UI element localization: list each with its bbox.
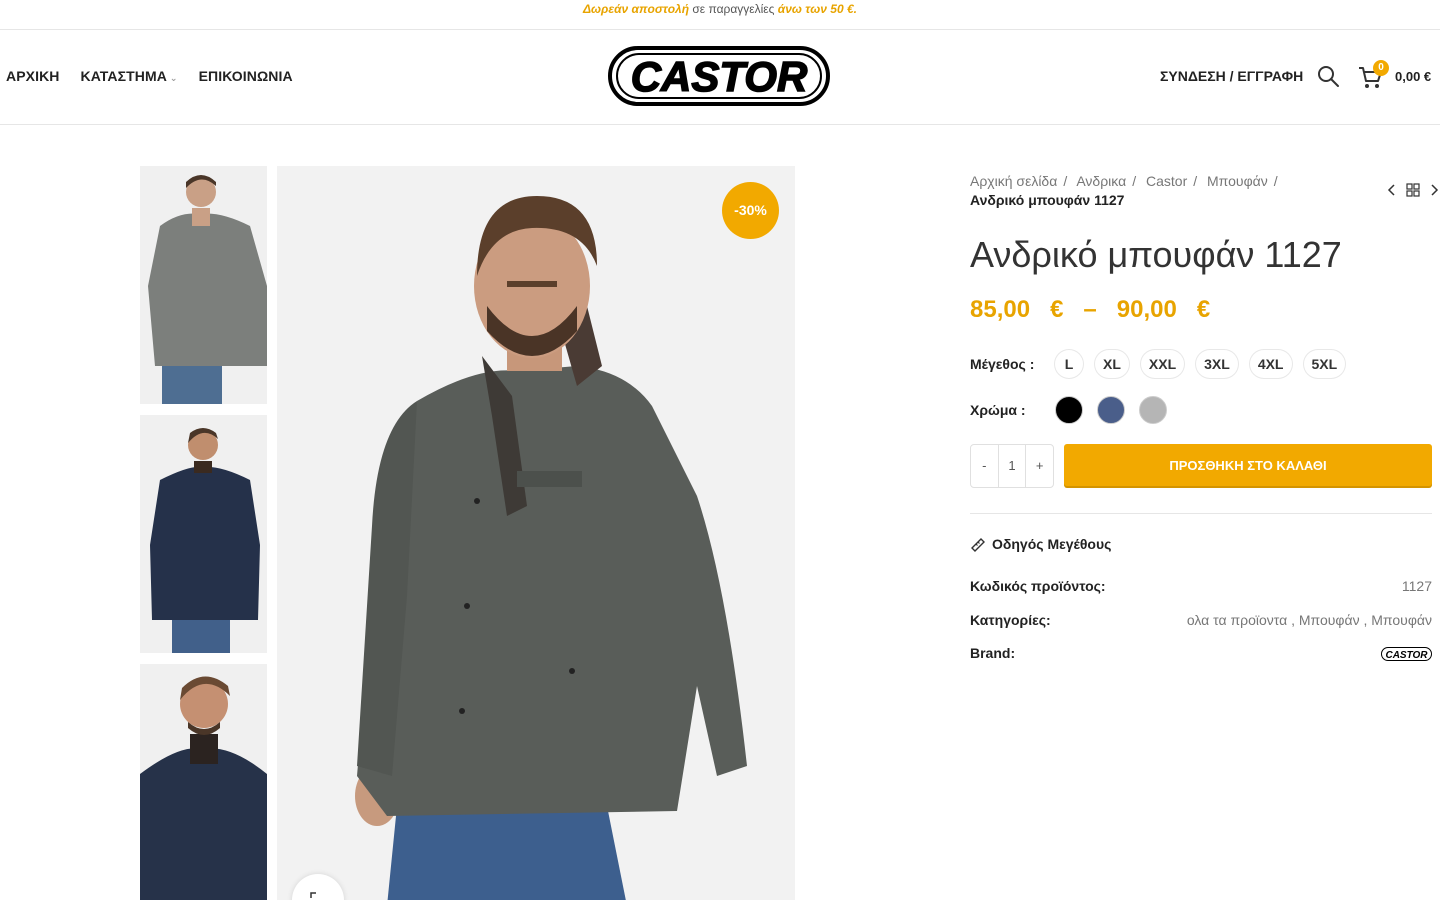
castor-logo[interactable]: CASTOR (608, 46, 830, 106)
size-option-xxl[interactable]: XXL (1141, 350, 1184, 378)
size-option-4xl[interactable]: 4XL (1250, 350, 1292, 378)
sku-value: 1127 (1401, 578, 1432, 594)
jacket-main-illustration (277, 166, 795, 900)
chevron-down-icon: ⌄ (169, 73, 178, 83)
add-to-cart-button[interactable]: ΠΡΟΣΘΗΚΗ ΣΤΟ ΚΑΛΑΘΙ (1064, 444, 1432, 488)
size-guide-link[interactable]: Οδηγός Μεγέθους (970, 536, 1111, 552)
product-thumbnail-1[interactable] (140, 166, 267, 404)
brand-label: Brand: (970, 645, 1016, 661)
announcement-bar: Δωρεάν αποστολή σε παραγγελίες άνω των 5… (0, 0, 1440, 30)
announcement-middle: σε παραγγελίες (689, 2, 778, 16)
quantity-stepper: - 1 + (970, 444, 1054, 488)
chevron-left-icon[interactable] (1386, 182, 1398, 198)
breadcrumb-current: Ανδρικό μπουφάν 1127 (970, 192, 1125, 208)
size-option-l[interactable]: L (1055, 350, 1083, 378)
grid-icon[interactable] (1406, 182, 1420, 198)
size-options: L XL XXL 3XL 4XL 5XL (1055, 350, 1345, 378)
nav-item-shop-label: ΚΑΤΑΣΤΗΜΑ (80, 68, 167, 84)
size-option-5xl[interactable]: 5XL (1304, 350, 1346, 378)
zoom-button[interactable] (292, 874, 344, 900)
free-shipping-highlight: Δωρεάν αποστολή (582, 2, 690, 16)
size-option-xl[interactable]: XL (1095, 350, 1129, 378)
color-options (1055, 396, 1167, 424)
color-swatch-blue[interactable] (1097, 396, 1125, 424)
categories-label: Κατηγορίες: (970, 612, 1051, 628)
jacket-closeup-image (140, 664, 267, 900)
jacket-back-image (140, 415, 267, 653)
jacket-front-image (140, 166, 267, 404)
color-swatch-grey[interactable] (1139, 396, 1167, 424)
qty-increase-button[interactable]: + (1026, 445, 1053, 487)
qty-decrease-button[interactable]: - (971, 445, 998, 487)
categories-value[interactable]: ολα τα προϊοντα , Μπουφάν , Μπουφάν (1187, 612, 1432, 628)
nav-item-shop[interactable]: ΚΑΤΑΣΤΗΜΑ ⌄ (81, 68, 178, 84)
product-main-image[interactable] (277, 166, 795, 900)
size-option-3xl[interactable]: 3XL (1196, 350, 1238, 378)
chevron-right-icon[interactable] (1428, 182, 1440, 198)
product-title: Ανδρικό μπουφάν 1127 (970, 234, 1342, 275)
breadcrumb-castor[interactable]: Castor (1146, 173, 1187, 189)
size-guide-label: Οδηγός Μεγέθους (992, 536, 1112, 552)
nav-item-home[interactable]: ΑΡΧΙΚΗ (6, 68, 60, 84)
qty-input[interactable]: 1 (997, 445, 1027, 487)
sku-label: Κωδικός προϊόντος: (970, 578, 1106, 594)
nav-item-contact[interactable]: ΕΠΙΚΟΙΝΩΝΙΑ (199, 68, 293, 84)
sale-badge: -30% (722, 182, 779, 239)
product-thumbnail-3[interactable] (140, 664, 267, 900)
breadcrumb-men[interactable]: Ανδρικα (1076, 173, 1126, 189)
brand-logo-text: CASTOR (1385, 650, 1428, 661)
ruler-icon (971, 538, 985, 552)
color-swatch-black[interactable] (1055, 396, 1083, 424)
logo-text: CASTOR (631, 53, 808, 100)
search-icon[interactable] (1316, 64, 1340, 88)
threshold-highlight: άνω των 50 €. (777, 2, 857, 16)
product-navigation (1386, 182, 1440, 198)
product-thumbnail-2[interactable] (140, 415, 267, 653)
cart-total[interactable]: 0,00 € (1395, 69, 1431, 84)
site-header: ΑΡΧΙΚΗ ΚΑΤΑΣΤΗΜΑ ⌄ ΕΠΙΚΟΙΝΩΝΙΑ CASTOR ΣΥΝ… (0, 30, 1440, 125)
cart-count-badge: 0 (1373, 60, 1389, 76)
breadcrumb-jackets[interactable]: Μπουφάν (1207, 173, 1268, 189)
price-range: 85,00 € – 90,00 € (970, 296, 1211, 323)
login-register-link[interactable]: ΣΥΝΔΕΣΗ / ΕΓΓΡΑΦΗ (1160, 68, 1303, 84)
divider (970, 513, 1432, 514)
breadcrumb-home[interactable]: Αρχική σελίδα (970, 173, 1057, 189)
color-label: Χρώμα : (970, 402, 1026, 418)
expand-icon (310, 892, 316, 898)
size-label: Μέγεθος : (970, 356, 1035, 372)
main-nav: ΑΡΧΙΚΗ ΚΑΤΑΣΤΗΜΑ ⌄ ΕΠΙΚΟΙΝΩΝΙΑ (6, 68, 293, 84)
breadcrumb: Αρχική σελίδα / Ανδρικα / Castor / Μπουφάν / (970, 173, 1278, 189)
brand-logo[interactable]: CASTOR (1381, 647, 1432, 661)
